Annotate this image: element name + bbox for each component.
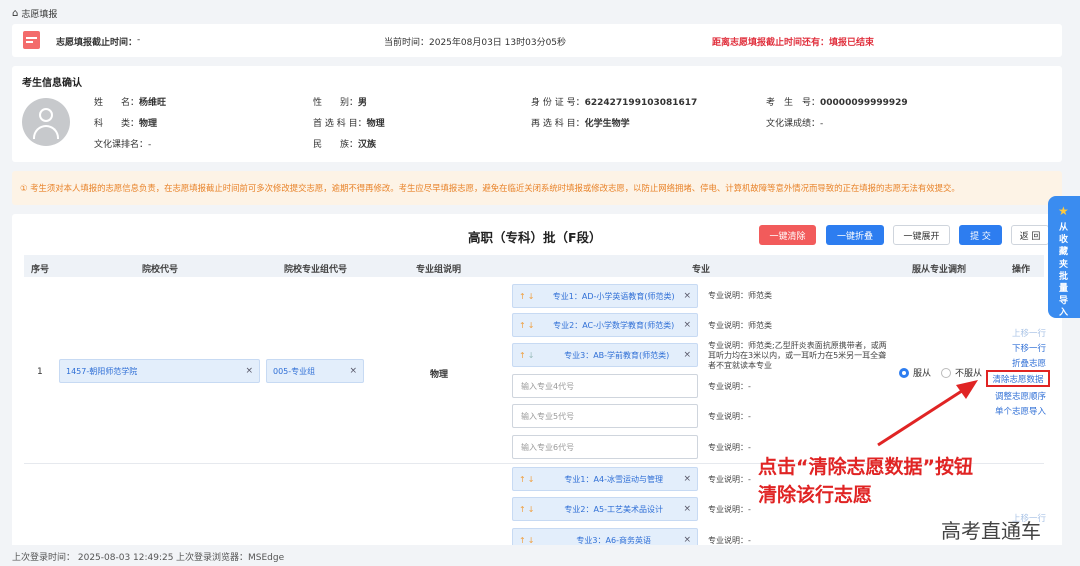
current-time: 当前时间：2025年08月03日 13时03分05秒 — [384, 38, 567, 48]
major-desc: 专业说明：师范类 — [708, 321, 772, 330]
submit-button[interactable]: 提 交 — [959, 225, 1002, 245]
arrow-down-icon[interactable]: ↓ — [528, 351, 535, 360]
header-operation: 操作 — [1012, 265, 1031, 275]
back-button[interactable]: 返 回 — [1011, 225, 1049, 245]
user-icon — [39, 108, 53, 122]
arrow-down-icon[interactable]: ↓ — [528, 536, 535, 545]
field-gender: 性 别：男 — [313, 98, 368, 108]
calendar-icon — [23, 31, 40, 49]
remaining-time: 距离志愿填报截止时间还有：填报已结束 — [712, 38, 875, 48]
avatar — [22, 98, 70, 146]
arrow-down-icon[interactable]: ↓ — [528, 292, 535, 301]
move-down-link[interactable]: 下移一行 — [1012, 342, 1046, 354]
major-desc: 专业说明：- — [708, 505, 751, 514]
collapse-all-button[interactable]: 一键折叠 — [826, 225, 884, 245]
header-group-desc: 专业组说明 — [416, 265, 462, 275]
header-school-code: 院校代号 — [142, 265, 179, 275]
major-desc: 专业说明：- — [708, 475, 751, 484]
arrow-up-icon[interactable]: ↑ — [519, 321, 526, 330]
field-ethnicity: 民 族：汉族 — [313, 140, 377, 150]
annotation-line1: 点击“清除志愿数据”按钮 — [758, 456, 973, 478]
major-5-input[interactable]: 输入专业5代号 — [512, 404, 698, 428]
arrow-up-icon[interactable]: ↑ — [519, 536, 526, 545]
arrow-down-icon[interactable]: ↓ — [528, 475, 535, 484]
collapse-link[interactable]: 折叠志愿 — [1012, 357, 1046, 369]
major-tag[interactable]: ↑ ↓ 专业2：A5-工艺美术品设计 × — [512, 497, 698, 521]
major-4-input[interactable]: 输入专业4代号 — [512, 374, 698, 398]
field-category: 科 类：物理 — [94, 119, 158, 129]
major-tag[interactable]: ↑ ↓ 专业3：AB-学前教育(师范类) × — [512, 343, 698, 367]
clear-all-button[interactable]: 一键清除 — [759, 225, 816, 245]
close-icon[interactable]: × — [683, 350, 691, 360]
breadcrumb-label[interactable]: 志愿填报 — [21, 7, 57, 20]
last-login-browser: 上次登录浏览器：MSEdge — [176, 553, 285, 563]
watermark: 高考直通车 — [941, 519, 1041, 543]
adjust-order-link[interactable]: 调整志愿顺序 — [995, 390, 1046, 402]
close-icon[interactable]: × — [683, 291, 691, 301]
major-desc: 专业说明：- — [708, 443, 751, 452]
field-score: 文化课成绩：- — [766, 119, 824, 129]
student-info-card: 考生信息确认 姓 名：杨维旺 性 别：男 身 份 证 号：62242719910… — [12, 66, 1062, 162]
header-major: 专业 — [692, 265, 711, 275]
header-group-code: 院校专业组代号 — [284, 265, 348, 275]
major-tag[interactable]: ↑ ↓ 专业1：A4-冰雪运动与管理 × — [512, 467, 698, 491]
field-second-subject: 再 选 科 目：化学生物学 — [531, 119, 630, 129]
section-title: 考生信息确认 — [22, 78, 82, 89]
field-exam-number: 考 生 号：00000099999929 — [766, 98, 908, 108]
close-icon[interactable]: × — [683, 320, 691, 330]
arrow-up-icon[interactable]: ↑ — [519, 351, 526, 360]
header-index: 序号 — [31, 265, 50, 275]
field-first-subject: 首 选 科 目：物理 — [313, 119, 385, 129]
last-login-time: 上次登录时间： 2025-08-03 12:49:25 — [12, 553, 174, 563]
arrow-down-icon[interactable]: ↓ — [528, 321, 535, 330]
field-id-number: 身 份 证 号：622427199103081617 — [531, 98, 698, 108]
notice-bar: ① 考生须对本人填报的志愿信息负责，在志愿填报截止时间前可多次修改提交志愿，逾期… — [12, 171, 1062, 205]
row-index: 1 — [37, 367, 43, 377]
major-desc: 专业说明：师范类;乙型肝炎表面抗原携带者，或两耳听力均在3米以内，或一耳听力在5… — [708, 341, 887, 370]
field-name: 姓 名：杨维旺 — [94, 98, 167, 108]
close-icon[interactable]: × — [683, 504, 691, 514]
school-select[interactable]: 1457-朝阳师范学院 × — [59, 359, 260, 383]
clear-data-link[interactable]: 清除志愿数据 — [986, 370, 1050, 387]
deadline-bar: 志愿填报截止时间： - 当前时间：2025年08月03日 13时03分05秒 距… — [12, 24, 1062, 57]
expand-all-button[interactable]: 一键展开 — [893, 225, 950, 245]
major-desc: 专业说明：师范类 — [708, 291, 772, 300]
field-rank: 文化课排名：- — [94, 140, 152, 150]
major-6-input[interactable]: 输入专业6代号 — [512, 435, 698, 459]
close-icon[interactable]: × — [683, 535, 691, 545]
home-icon: ⌂ — [12, 8, 19, 19]
batch-title: 高职（专科）批（F段） — [468, 230, 602, 245]
header-obey: 服从专业调剂 — [912, 265, 967, 275]
major-desc: 专业说明：- — [708, 382, 751, 391]
annotation-line2: 清除该行志愿 — [758, 484, 873, 506]
close-icon[interactable]: × — [683, 474, 691, 484]
side-tab-label: 从收藏夹批量导入 — [1059, 223, 1069, 319]
group-description: 物理 — [430, 370, 449, 380]
arrow-up-icon[interactable]: ↑ — [519, 505, 526, 514]
arrow-up-icon[interactable]: ↑ — [519, 475, 526, 484]
star-icon: ★ — [1058, 204, 1069, 218]
group-select[interactable]: 005-专业组 × — [266, 359, 364, 383]
major-tag[interactable]: ↑ ↓ 专业1：AD-小学英语教育(师范类) × — [512, 284, 698, 308]
arrow-down-icon[interactable]: ↓ — [528, 505, 535, 514]
annotation-arrow — [877, 380, 978, 447]
notice-text: ① 考生须对本人填报的志愿信息负责，在志愿填报截止时间前可多次修改提交志愿，逾期… — [20, 183, 960, 193]
close-icon[interactable]: × — [245, 366, 253, 376]
move-up-link[interactable]: 上移一行 — [1012, 327, 1046, 339]
deadline-value: - — [137, 35, 141, 45]
single-import-link[interactable]: 单个志愿导入 — [995, 405, 1046, 417]
deadline-label: 志愿填报截止时间： — [56, 38, 138, 48]
major-desc: 专业说明：- — [708, 412, 751, 421]
breadcrumb: ⌂ 志愿填报 — [12, 7, 57, 20]
import-from-favorites-tab[interactable]: ★ 从收藏夹批量导入 — [1048, 196, 1080, 318]
major-tag[interactable]: ↑ ↓ 专业2：AC-小学数学教育(师范类) × — [512, 313, 698, 337]
close-icon[interactable]: × — [349, 366, 357, 376]
arrow-up-icon[interactable]: ↑ — [519, 292, 526, 301]
